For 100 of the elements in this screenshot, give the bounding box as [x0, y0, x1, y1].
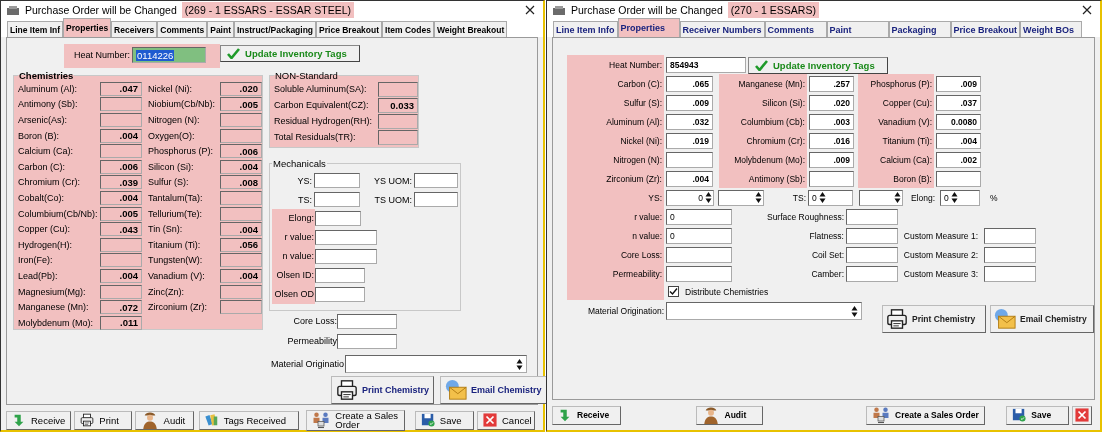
field-label: Custom Measure 2: [902, 249, 978, 260]
input-field[interactable]: .019 [666, 132, 713, 149]
input-field[interactable]: 0 [666, 208, 732, 225]
update-tags-button[interactable]: Update Inventory Tags [220, 45, 361, 62]
field-label: Oxygen(O): [148, 130, 196, 141]
field-value: .047 [119, 83, 138, 95]
field-label: Elong: [909, 192, 935, 203]
tab[interactable]: Comments [157, 21, 208, 37]
field-label: Core Loss: [567, 245, 664, 264]
input-field[interactable]: .004 [666, 170, 713, 187]
spinner-field[interactable]: 0 [808, 189, 853, 206]
field-label: Nickel (Ni): [567, 131, 664, 150]
field-value: 0 [698, 192, 703, 203]
chemistry-button[interactable]: Print Chemistry [331, 376, 435, 404]
heat-number-field[interactable]: 0114226 [132, 47, 207, 63]
input-field[interactable]: .009 [936, 75, 981, 92]
tab[interactable]: Weight BOs [1020, 21, 1083, 37]
input-field[interactable]: .011 [100, 315, 142, 330]
footer-button[interactable]: Cancel [477, 410, 535, 430]
field-label: TS: [791, 192, 806, 203]
input-field[interactable]: .016 [809, 132, 854, 149]
spinner-field[interactable]: 0 [666, 189, 714, 206]
input-field[interactable]: .037 [936, 94, 981, 111]
input-field[interactable]: .004 [220, 222, 262, 237]
footer-button[interactable]: Create a Sales Order [866, 405, 986, 425]
footer-button[interactable]: Receive [6, 410, 72, 430]
input-field[interactable]: .047 [100, 81, 142, 96]
tab[interactable]: Packaging [888, 21, 951, 37]
field-label: Core Loss: [292, 316, 337, 326]
input-field[interactable]: .004 [936, 132, 981, 149]
tab[interactable]: Price Breakout [316, 21, 383, 37]
tab[interactable]: Weight Breakout [433, 21, 508, 37]
input-field[interactable]: .056 [220, 237, 262, 252]
footer-button[interactable]: Create a Sales Order [306, 409, 405, 431]
field-label: Carbon Equivalent(CZ): [274, 100, 370, 110]
field-value: .011 [120, 317, 138, 329]
tab[interactable]: Properties [617, 18, 680, 37]
tab[interactable]: Price Breakout [950, 21, 1021, 37]
input-field[interactable]: .020 [220, 81, 262, 96]
footer-button[interactable]: Audit [134, 410, 194, 430]
field-label: Aluminum (Al): [18, 83, 78, 94]
chemistry-button[interactable]: Email Chemistry [990, 305, 1094, 333]
footer-button[interactable]: Print [74, 410, 132, 430]
input-field[interactable]: .004 [220, 159, 262, 174]
input-field[interactable]: .039 [100, 175, 142, 190]
input-field[interactable]: .257 [809, 75, 854, 92]
input-field[interactable]: .004 [100, 268, 142, 283]
field-label: Tantalum(Ta): [148, 192, 204, 203]
chemistry-button[interactable]: Email Chemistry [440, 376, 547, 404]
input-field[interactable]: .005 [220, 97, 262, 112]
input-field[interactable]: 0 [666, 227, 732, 244]
input-field[interactable]: .032 [666, 113, 713, 130]
field-value: .072 [119, 301, 138, 313]
tab[interactable]: Paint [207, 21, 234, 37]
spinner-field[interactable]: 0 [940, 189, 980, 206]
footer-button[interactable]: Audit [695, 405, 764, 425]
input-field[interactable]: 0.0080 [936, 113, 981, 130]
input-field[interactable]: .003 [809, 113, 854, 130]
input-field[interactable]: .004 [220, 268, 262, 283]
unit-label: % [990, 192, 998, 203]
input-field[interactable]: .043 [100, 222, 142, 237]
window-subtitle: (270 - 1 ESSARS) [727, 2, 819, 18]
input-field[interactable]: .008 [220, 175, 262, 190]
tab[interactable]: Receiver Numbers [679, 21, 765, 37]
input-field[interactable]: .005 [100, 206, 142, 221]
input-field[interactable]: .006 [100, 159, 142, 174]
tab[interactable]: Line Item Inf [7, 21, 64, 37]
footer-button[interactable]: Save [414, 410, 474, 430]
field-label: Calcium (Ca): [858, 150, 934, 169]
field-label: TS UOM: [373, 194, 413, 205]
input-field[interactable]: 0.033 [378, 97, 418, 113]
tab[interactable]: Properties [63, 18, 112, 37]
heat-number-field[interactable]: 854943 [666, 56, 746, 73]
input-field[interactable]: .009 [809, 151, 854, 168]
tab[interactable]: Comments [764, 21, 827, 37]
footer-button[interactable]: Receive [552, 405, 621, 425]
input-field[interactable]: .006 [220, 144, 262, 159]
input-field[interactable]: .072 [100, 300, 142, 315]
input-field[interactable]: .020 [809, 94, 854, 111]
update-tags-button[interactable]: Update Inventory Tags [748, 56, 888, 74]
tab[interactable]: Receivers [111, 21, 158, 37]
footer-button[interactable]: Tags Received [198, 410, 300, 430]
field-label: Custom Measure 3: [902, 268, 978, 279]
field-label: Permeability: [567, 264, 664, 283]
footer-button[interactable]: Save [1006, 405, 1069, 425]
chemistry-button[interactable]: Print Chemistry [882, 305, 986, 333]
input-field[interactable]: .002 [936, 151, 981, 168]
field-value: .004 [692, 173, 709, 184]
field-value: .056 [239, 239, 258, 251]
field-value: .004 [239, 161, 258, 173]
input-field[interactable]: .004 [100, 128, 142, 143]
tab[interactable]: Item Codes [382, 21, 434, 37]
input-field[interactable]: .065 [666, 75, 713, 92]
input-field[interactable]: .004 [100, 190, 142, 205]
input-field[interactable]: .009 [666, 94, 713, 111]
tab[interactable]: Paint [826, 21, 889, 37]
window-subtitle: (269 - 1 ESSARS - ESSAR STEEL) [181, 2, 355, 18]
tab[interactable]: Instruct/Packaging [234, 21, 317, 37]
tab[interactable]: Line Item Info [553, 21, 618, 37]
field-value: .009 [692, 97, 709, 108]
